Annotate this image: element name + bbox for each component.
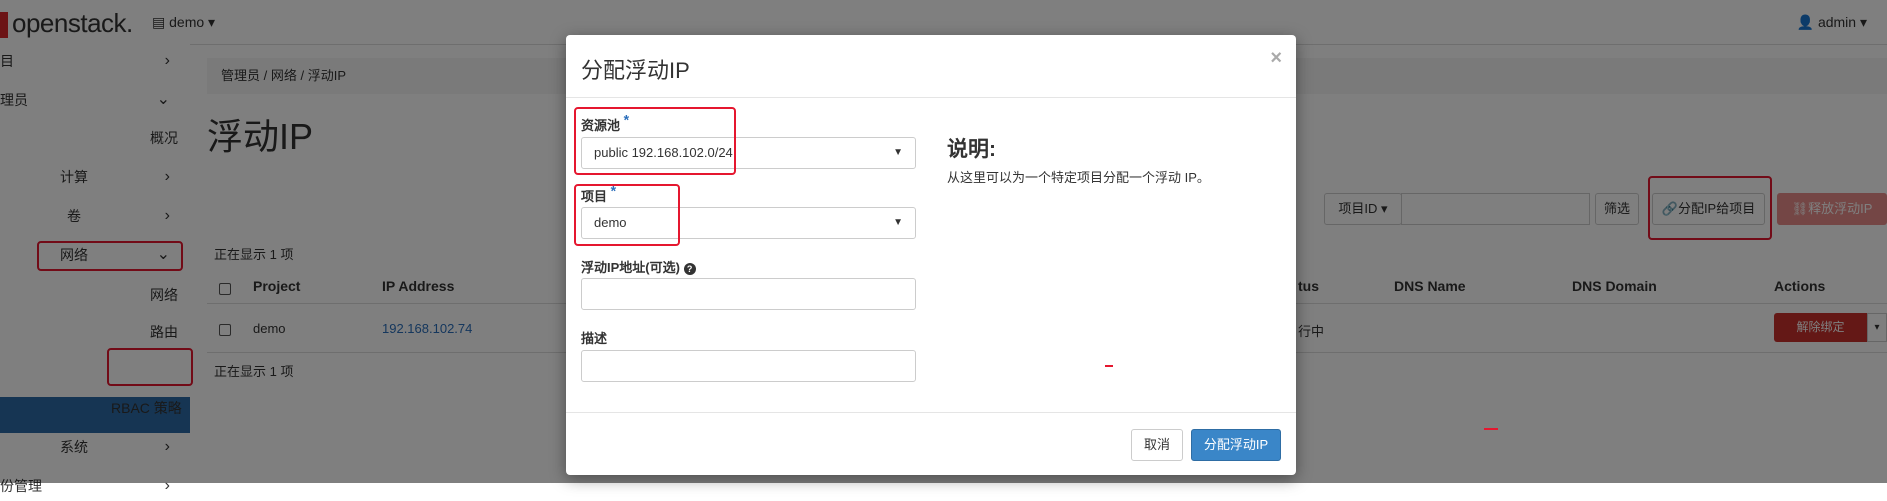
annotation-mark: [1105, 365, 1113, 367]
modal-title: 分配浮动IP: [581, 58, 690, 83]
divider: [566, 412, 1296, 413]
floating-ip-address-label: 浮动IP地址(可选) ?: [581, 257, 696, 276]
description-input[interactable]: [581, 350, 916, 382]
allocate-floating-ip-submit-button[interactable]: 分配浮动IP: [1191, 429, 1281, 461]
help-circle-icon[interactable]: ?: [683, 263, 696, 275]
annotation-box-project: [574, 184, 680, 246]
cancel-button[interactable]: 取消: [1131, 429, 1183, 461]
allocate-floating-ip-dialog: 分配浮动IP × 资源池 * public 192.168.102.0/24 ▼ …: [566, 35, 1296, 475]
help-title: 说明:: [947, 138, 996, 161]
description-label: 描述: [581, 331, 608, 346]
annotation-box-pool: [574, 107, 736, 175]
modal-header: 分配浮动IP ×: [566, 35, 1296, 98]
annotation-mark: [1484, 428, 1498, 430]
caret-down-icon: ▼: [893, 217, 903, 228]
floating-ip-address-input[interactable]: [581, 278, 916, 310]
close-icon[interactable]: ×: [1270, 47, 1282, 70]
help-text: 从这里可以为一个特定项目分配一个浮动 IP。: [947, 170, 1210, 185]
caret-down-icon: ▼: [893, 147, 903, 158]
